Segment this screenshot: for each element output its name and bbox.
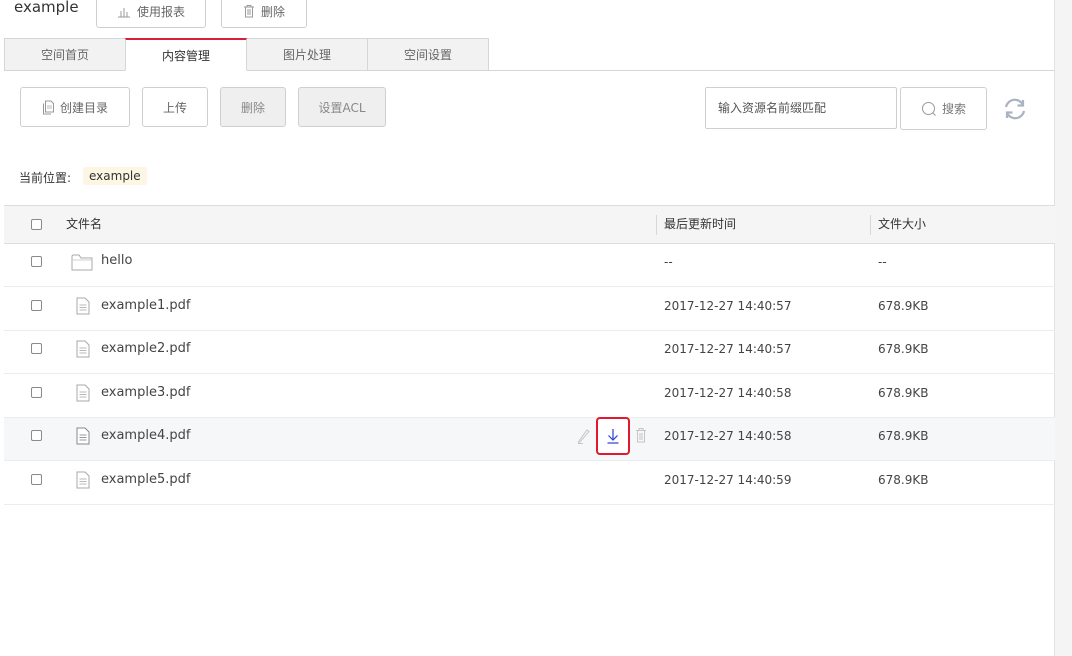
row-checkbox[interactable] — [31, 256, 42, 267]
table-row[interactable]: example3.pdf 2017-12-27 14:40:58 678.9KB — [4, 375, 1055, 418]
tab-bar: 空间首页 内容管理 图片处理 空间设置 — [4, 38, 489, 71]
usage-report-label: 使用报表 — [136, 4, 185, 19]
table-row[interactable]: example2.pdf 2017-12-27 14:40:57 678.9KB — [4, 331, 1055, 374]
bucket-title: example — [14, 0, 79, 16]
file-name[interactable]: example1.pdf — [101, 298, 190, 314]
folder-icon — [71, 254, 93, 271]
column-divider — [656, 215, 657, 235]
table-row[interactable]: example1.pdf 2017-12-27 14:40:57 678.9KB — [4, 288, 1055, 331]
document-icon — [42, 100, 54, 114]
chart-icon — [117, 8, 130, 18]
file-icon — [76, 384, 90, 402]
usage-report-button[interactable]: 使用报表 — [96, 0, 206, 28]
row-checkbox[interactable] — [31, 387, 42, 398]
file-icon — [76, 340, 90, 358]
file-name[interactable]: example2.pdf — [101, 341, 190, 357]
trash-icon — [243, 5, 254, 18]
current-location-path[interactable]: example — [83, 167, 147, 185]
tab-image-processing[interactable]: 图片处理 — [246, 38, 368, 71]
search-button[interactable]: 搜索 — [900, 87, 987, 130]
search-label: 搜索 — [941, 102, 966, 116]
table-row[interactable]: hello -- -- — [4, 244, 1055, 287]
delete-bucket-label: 删除 — [260, 4, 285, 19]
file-size: 678.9KB — [878, 473, 929, 487]
create-directory-button[interactable]: 创建目录 — [20, 87, 130, 127]
table-row[interactable]: example4.pdf 2017-12-27 14:40:58 678.9KB — [4, 417, 1055, 461]
file-icon — [76, 427, 90, 445]
upload-button[interactable]: 上传 — [142, 87, 208, 127]
column-header-size: 文件大小 — [878, 217, 927, 231]
table-row[interactable]: example5.pdf 2017-12-27 14:40:59 678.9KB — [4, 462, 1055, 505]
file-icon — [76, 297, 90, 315]
file-size: 678.9KB — [878, 342, 929, 356]
updated-time: 2017-12-27 14:40:57 — [664, 342, 792, 356]
file-size: -- — [878, 255, 887, 269]
window-gutter — [1055, 0, 1072, 656]
tab-content-management[interactable]: 内容管理 — [125, 38, 247, 71]
select-all-checkbox[interactable] — [31, 219, 42, 230]
delete-button[interactable]: 删除 — [220, 87, 286, 127]
updated-time: 2017-12-27 14:40:59 — [664, 473, 792, 487]
column-header-filename: 文件名 — [66, 217, 103, 231]
download-button[interactable] — [596, 417, 630, 455]
edit-icon[interactable] — [577, 428, 591, 444]
file-icon — [76, 471, 90, 489]
set-acl-button[interactable]: 设置ACL — [298, 87, 386, 127]
delete-bucket-button[interactable]: 删除 — [221, 0, 307, 28]
search-icon — [921, 101, 936, 116]
row-checkbox[interactable] — [31, 343, 42, 354]
row-checkbox[interactable] — [31, 300, 42, 311]
row-checkbox[interactable] — [31, 430, 42, 441]
file-name[interactable]: example5.pdf — [101, 472, 190, 488]
download-icon — [607, 429, 619, 444]
file-size: 678.9KB — [878, 299, 929, 313]
create-directory-label: 创建目录 — [59, 100, 108, 115]
updated-time: 2017-12-27 14:40:57 — [664, 299, 792, 313]
updated-time: 2017-12-27 14:40:58 — [664, 429, 792, 443]
row-checkbox[interactable] — [31, 474, 42, 485]
file-name[interactable]: example4.pdf — [101, 428, 190, 444]
updated-time: 2017-12-27 14:40:58 — [664, 386, 792, 400]
file-size: 678.9KB — [878, 386, 929, 400]
updated-time: -- — [664, 255, 673, 269]
file-manager-page: example 使用报表 删除 空间首页 内容管理 图片处理 空间设置 创建目录… — [0, 0, 1055, 656]
search-input[interactable] — [705, 87, 897, 129]
trash-icon[interactable] — [635, 427, 647, 443]
refresh-icon[interactable] — [1002, 96, 1028, 122]
file-name[interactable]: example3.pdf — [101, 385, 190, 401]
table-header: 文件名 最后更新时间 文件大小 — [4, 205, 1055, 244]
file-name[interactable]: hello — [101, 253, 132, 269]
tab-space-settings[interactable]: 空间设置 — [367, 38, 489, 71]
tab-space-home[interactable]: 空间首页 — [4, 38, 126, 71]
current-location-label: 当前位置: — [19, 171, 72, 185]
column-divider — [870, 215, 871, 235]
file-size: 678.9KB — [878, 429, 929, 443]
column-header-updated: 最后更新时间 — [664, 217, 737, 231]
